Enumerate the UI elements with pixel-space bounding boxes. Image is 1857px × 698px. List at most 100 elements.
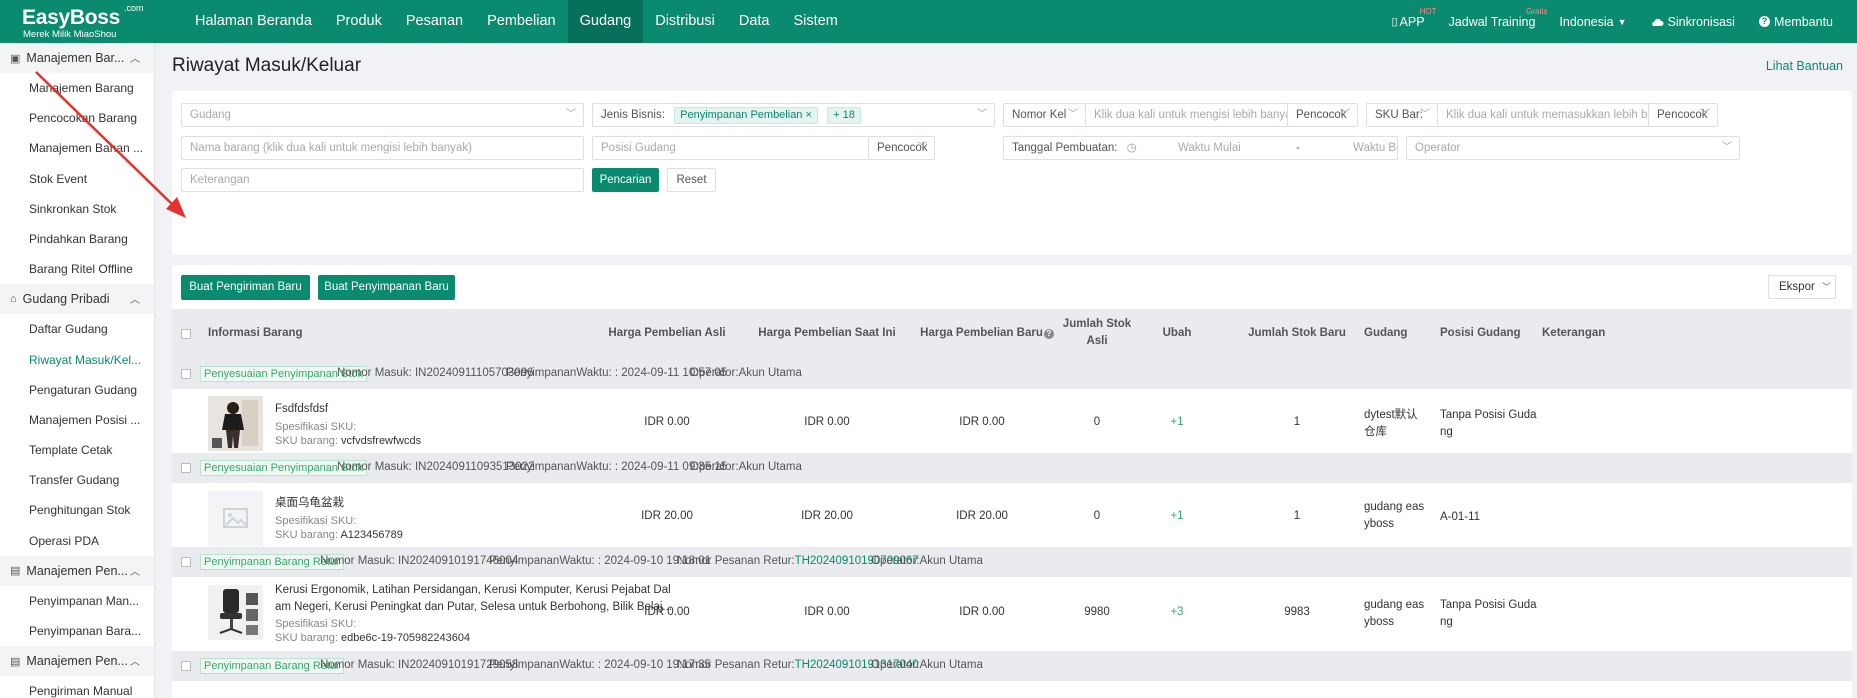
row-checkbox[interactable] [181,463,191,473]
nav-pesanan[interactable]: Pesanan [394,0,475,43]
sidebar-item-pengaturan-gudang[interactable]: Pengaturan Gudang [0,375,154,405]
sidebar-item-sinkronkan-stok[interactable]: Sinkronkan Stok [0,194,154,224]
match-mode-select-2[interactable]: Pencocok ﹀ [1648,103,1718,127]
sidebar-item-manajemen-barang[interactable]: Manajemen Barang [0,73,154,103]
nav-distribusi[interactable]: Distribusi [643,0,727,43]
keterangan-input[interactable]: Keterangan [181,168,584,192]
product-sku: SKU barang: edbe6c-19-705982243604 [275,631,470,646]
main-content: Riwayat Masuk/Keluar Lihat Bantuan Gudan… [156,43,1857,698]
nav-produk[interactable]: Produk [324,0,394,43]
chevron-down-icon: ﹀ [1340,109,1350,120]
row-checkbox[interactable] [181,369,191,379]
sidebar-item-penyimpanan-barang[interactable]: Penyimpanan Bara... [0,616,154,646]
tanggal-label: Tanggal Pembuatan: [1012,142,1118,154]
outbound-icon: ▤ [10,655,21,668]
sidebar-item-penghitungan-stok[interactable]: Penghitungan Stok [0,495,154,525]
sidebar-group-manajemen-barang[interactable]: ▣ Manajemen Bar... ︿ [0,43,154,73]
posisi-gudang: Tanpa Posisi Guda ng [1440,599,1537,628]
chevron-up-icon: ︿ [130,295,140,307]
nama-barang-input[interactable]: Nama barang (klik dua kali untuk mengisi… [181,136,584,160]
search-button[interactable]: Pencarian [592,168,659,192]
jenis-bisnis-select[interactable]: Jenis Bisnis: Penyimpanan Pembelian × + … [592,103,995,127]
retur-label: Nomor Pesanan Retur: [677,555,795,567]
sku-input[interactable]: Klik dua kali untuk memasukkan lebih ban… [1437,103,1649,127]
sidebar-group-gudang-pribadi[interactable]: ⌂ Gudang Pribadi ︿ [0,284,154,315]
box-icon: ▣ [10,52,21,65]
sidebar-item-daftar-gudang[interactable]: Daftar Gudang [0,314,154,344]
reset-button[interactable]: Reset [667,168,716,192]
start-time-placeholder[interactable]: Waktu Mulai [1178,142,1241,154]
operator-select[interactable]: Operator ﹀ [1406,136,1740,160]
table-header: Informasi Barang Harga Pembelian Asli Ha… [172,309,1852,359]
sidebar-item-pengiriman-manual[interactable]: Pengiriman Manual [0,676,154,698]
sidebar-item-manajemen-bahan[interactable]: Manajemen Bahan ... [0,133,154,163]
help-link[interactable]: Lihat Bantuan [1766,59,1843,73]
easyboss-logo[interactable]: EasyBoss .com Merek Milik MiaoShou [22,2,144,42]
product-thumbnail[interactable] [208,491,263,546]
retur-label: Nomor Pesanan Retur: [677,659,795,671]
range-separator: - [1296,142,1300,154]
chevron-down-icon: ﹀ [1068,109,1078,120]
posisi-gudang-input[interactable]: Posisi Gudang [592,136,869,160]
sidebar-group-manajemen-penyimpanan[interactable]: ▤ Manajemen Pen... ︿ [0,555,154,586]
sidebar-group-manajemen-pengiriman[interactable]: ▤ Manajemen Pen... ︿ [0,646,154,677]
sidebar-item-pindahkan-barang[interactable]: Pindahkan Barang [0,224,154,254]
tanggal-pembuatan-range[interactable]: Tanggal Pembuatan: ◷ Waktu Mulai - Waktu… [1003,136,1398,160]
sku-type-select[interactable]: SKU Bar: ﹀ [1366,103,1438,127]
sku-placeholder: Klik dua kali untuk memasukkan lebih ban… [1446,109,1648,121]
match-mode-select-1[interactable]: Pencocok ﹀ [1287,103,1358,127]
harga-asli: IDR 0.00 [644,606,690,618]
sidebar-item-pencocokan-barang[interactable]: Pencocokan Barang [0,103,154,133]
app-link[interactable]: ▯ APP HOT [1391,7,1436,29]
nav-sistem[interactable]: Sistem [781,0,849,43]
product-spec: Spesifikasi SKU: [275,421,357,433]
chevron-down-icon: ▼ [1617,16,1627,27]
training-link[interactable]: Jadwal Training Gratis [1449,7,1548,29]
help-menu[interactable]: ? Membantu [1758,15,1833,29]
sidebar-item-template-cetak[interactable]: Template Cetak [0,435,154,465]
app-label: APP [1399,14,1425,29]
gudang-select[interactable]: Gudang ﹀ [181,103,584,127]
training-free-badge: Gratis [1526,6,1548,16]
harga-kini: IDR 0.00 [804,606,850,618]
nav-halaman-beranda[interactable]: Halaman Beranda [183,0,324,43]
harga-baru: IDR 0.00 [959,416,1005,428]
record-operator: Operator:Akun Utama [871,555,983,567]
product-spec: Spesifikasi SKU: [275,515,357,527]
end-time-placeholder[interactable]: Waktu Berakhir [1353,142,1397,154]
ubah: +1 [1170,510,1184,522]
export-button[interactable]: Ekspor ﹀ [1768,275,1836,299]
language-select[interactable]: Indonesia ▼ [1559,15,1626,29]
nomor-type-select[interactable]: Nomor Kel ﹀ [1003,103,1086,127]
chevron-up-icon: ︿ [130,566,140,578]
nav-pembelian[interactable]: Pembelian [475,0,568,43]
header-keterangan: Keterangan [1542,327,1606,339]
product-spec: Spesifikasi SKU: [275,618,357,630]
select-all-checkbox[interactable] [181,329,191,339]
sidebar-item-riwayat-masuk-keluar[interactable]: Riwayat Masuk/Kel... [0,345,154,375]
nomor-input[interactable]: Klik dua kali untuk mengisi lebih banyak [1085,103,1288,127]
match-mode-select-3[interactable]: Pencocok ﹀ [868,136,935,160]
cloud-icon [1651,18,1664,26]
chevron-down-icon: ﹀ [1722,142,1732,153]
sidebar-item-manajemen-posisi[interactable]: Manajemen Posisi ... [0,405,154,435]
sidebar-item-barang-ritel-offline[interactable]: Barang Ritel Offline [0,254,154,284]
product-name: 桌面乌龟盆栽 [275,497,344,509]
product-thumbnail[interactable] [208,396,263,451]
sidebar-item-penyimpanan-manual[interactable]: Penyimpanan Man... [0,586,154,616]
keterangan-placeholder: Keterangan [190,174,250,186]
new-shipment-button[interactable]: Buat Pengiriman Baru [181,275,310,300]
sidebar-item-transfer-gudang[interactable]: Transfer Gudang [0,465,154,495]
close-icon[interactable]: × [806,109,812,121]
sidebar-item-operasi-pda[interactable]: Operasi PDA [0,526,154,556]
sync-button[interactable]: Sinkronisasi [1651,15,1735,29]
row-checkbox[interactable] [181,661,191,671]
new-storage-button[interactable]: Buat Penyimpanan Baru [318,275,455,300]
sidebar-item-stok-event[interactable]: Stok Event [0,164,154,194]
nav-data[interactable]: Data [727,0,782,43]
nav-gudang[interactable]: Gudang [567,0,644,43]
stok-baru: 1 [1293,510,1301,522]
record-group-header: Penyimpanan Barang Retur Nomor Masuk: IN… [172,651,1852,681]
product-thumbnail[interactable] [208,585,263,640]
row-checkbox[interactable] [181,557,191,567]
